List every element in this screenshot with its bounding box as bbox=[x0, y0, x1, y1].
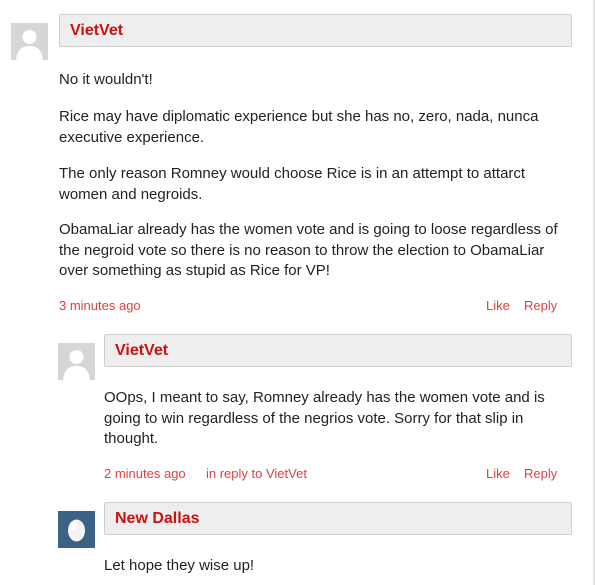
comment-paragraph: Let hope they wise up! bbox=[104, 557, 255, 574]
comment-paragraph: The only reason Romney would choose Rice… bbox=[59, 165, 526, 203]
avatar[interactable] bbox=[58, 343, 95, 380]
egg-avatar-icon bbox=[58, 511, 95, 548]
comment-meta: 2 minutes ago in reply to VietVet Like R… bbox=[104, 466, 562, 483]
like-button[interactable]: Like bbox=[486, 466, 510, 481]
timestamp-link[interactable]: 3 minutes ago bbox=[59, 298, 141, 313]
person-silhouette-icon bbox=[11, 23, 48, 60]
timestamp-link[interactable]: 2 minutes ago bbox=[104, 466, 186, 481]
comment-paragraph: No it wouldn't! bbox=[59, 71, 153, 88]
avatar[interactable] bbox=[11, 23, 48, 60]
author-name[interactable]: New Dallas bbox=[115, 510, 199, 528]
reply-button[interactable]: Reply bbox=[524, 298, 557, 313]
author-bar: New Dallas bbox=[104, 502, 572, 535]
comment-meta: 3 minutes ago Like Reply bbox=[59, 298, 562, 315]
author-name[interactable]: VietVet bbox=[115, 342, 168, 360]
reply-button[interactable]: Reply bbox=[524, 466, 557, 481]
author-name[interactable]: VietVet bbox=[70, 22, 123, 40]
author-bar: VietVet bbox=[104, 334, 572, 367]
person-silhouette-icon bbox=[58, 343, 95, 380]
avatar[interactable] bbox=[58, 511, 95, 548]
author-bar: VietVet bbox=[59, 14, 572, 47]
like-button[interactable]: Like bbox=[486, 298, 510, 313]
comment-paragraph: OOps, I meant to say, Romney already has… bbox=[104, 389, 545, 447]
comment-paragraph: ObamaLiar already has the women vote and… bbox=[59, 221, 558, 279]
in-reply-to-link[interactable]: in reply to VietVet bbox=[206, 466, 307, 481]
comment-paragraph: Rice may have diplomatic experience but … bbox=[59, 108, 539, 146]
